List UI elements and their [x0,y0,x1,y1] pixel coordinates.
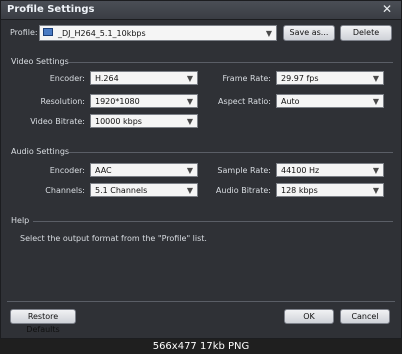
aspect-ratio-label: Aspect Ratio: [218,97,271,106]
aspect-ratio-select[interactable]: Auto ▼ [276,94,384,108]
audio-encoder-label: Encoder: [49,166,85,175]
channels-label: Channels: [45,186,85,195]
chevron-down-icon: ▼ [186,166,193,175]
profile-settings-window: Profile Settings ✕ Profile: _DJ_H264_5.1… [0,0,402,339]
footer-divider [7,301,395,302]
audio-encoder-value: AAC [95,166,112,175]
audio-bitrate-value: 128 kbps [281,186,318,195]
video-bitrate-label: Video Bitrate: [30,117,85,126]
channels-select[interactable]: 5.1 Channels ▼ [90,183,198,197]
resolution-value: 1920*1080 [95,97,140,106]
video-encoder-label: Encoder: [49,74,85,83]
profile-label: Profile: [10,28,38,37]
title-bar: Profile Settings ✕ [1,1,401,20]
help-divider [33,221,393,222]
frame-rate-select[interactable]: 29.97 fps ▼ [276,71,384,85]
chevron-down-icon: ▼ [372,97,379,106]
frame-rate-value: 29.97 fps [281,74,319,83]
delete-button[interactable]: Delete [340,25,392,41]
audio-bitrate-label: Audio Bitrate: [215,186,271,195]
sample-rate-select[interactable]: 44100 Hz ▼ [276,163,384,177]
profile-format-icon [43,28,53,36]
chevron-down-icon: ▼ [265,29,272,38]
chevron-down-icon: ▼ [372,166,379,175]
chevron-down-icon: ▼ [186,97,193,106]
close-icon[interactable]: ✕ [381,3,393,15]
chevron-down-icon: ▼ [372,186,379,195]
resolution-label: Resolution: [40,97,86,106]
chevron-down-icon: ▼ [186,186,193,195]
help-heading: Help [11,216,30,225]
profile-value: _DJ_H264_5.1_10kbps [58,29,146,38]
audio-settings-heading: Audio Settings [11,147,70,156]
cancel-button[interactable]: Cancel [340,309,390,324]
sample-rate-label: Sample Rate: [217,166,271,175]
channels-value: 5.1 Channels [95,186,148,195]
frame-rate-label: Frame Rate: [222,74,271,83]
video-settings-heading: Video Settings [11,57,69,66]
chevron-down-icon: ▼ [186,74,193,83]
chevron-down-icon: ▼ [372,74,379,83]
window-title: Profile Settings [7,4,95,15]
video-bitrate-select[interactable]: 10000 kbps ▼ [90,114,198,128]
profile-select[interactable]: _DJ_H264_5.1_10kbps ▼ [39,25,277,41]
restore-defaults-button[interactable]: Restore Defaults [10,309,76,334]
sample-rate-value: 44100 Hz [281,166,320,175]
image-caption: 566x477 17kb PNG [0,339,402,354]
audio-settings-divider [69,152,393,153]
save-as-button[interactable]: Save as... [283,25,335,41]
video-settings-divider [69,62,393,63]
video-encoder-value: H.264 [95,74,119,83]
aspect-ratio-value: Auto [281,97,300,106]
audio-encoder-select[interactable]: AAC ▼ [90,163,198,177]
audio-bitrate-select[interactable]: 128 kbps ▼ [276,183,384,197]
video-encoder-select[interactable]: H.264 ▼ [90,71,198,85]
help-text: Select the output format from the "Profi… [20,234,207,243]
ok-button[interactable]: OK [284,309,334,324]
resolution-select[interactable]: 1920*1080 ▼ [90,94,198,108]
video-bitrate-value: 10000 kbps [95,117,142,126]
chevron-down-icon: ▼ [186,117,193,126]
